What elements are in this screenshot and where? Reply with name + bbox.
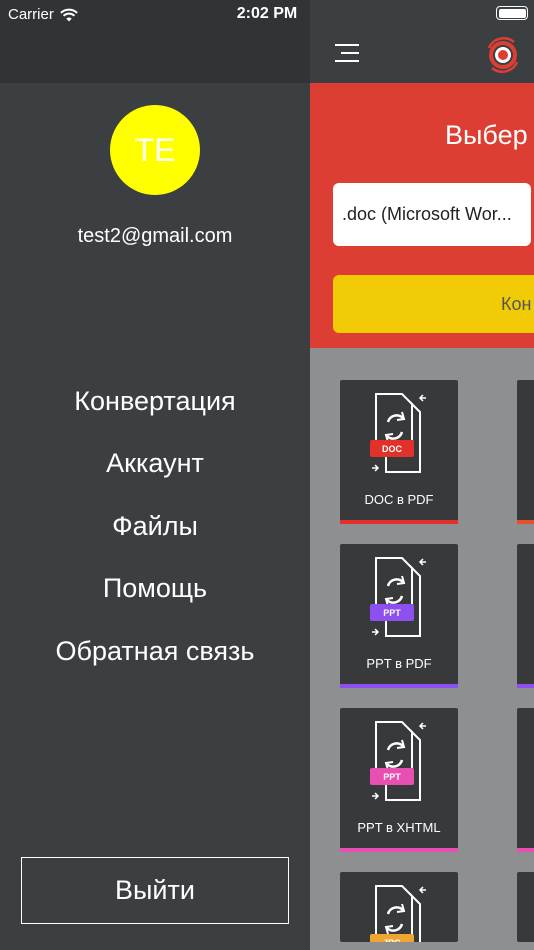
source-format-select[interactable]: .doc (Microsoft Wor... xyxy=(333,183,531,246)
tile-accent-bar xyxy=(340,520,458,524)
menu-item-feedback[interactable]: Обратная связь xyxy=(0,620,310,683)
drawer-menu: Конвертация Аккаунт Файлы Помощь Обратна… xyxy=(0,370,310,683)
menu-item-conversion[interactable]: Конвертация xyxy=(0,370,310,433)
tile-label: PPT в XHTML xyxy=(357,820,441,835)
tile-accent-bar xyxy=(340,848,458,852)
menu-item-account[interactable]: Аккаунт xyxy=(0,433,310,496)
tile-doc-to-pdf[interactable]: DOC DOC в PDF xyxy=(340,380,458,524)
convert-file-icon xyxy=(372,721,426,801)
menu-icon[interactable] xyxy=(335,44,363,64)
app-logo-icon xyxy=(487,37,519,73)
logout-button[interactable]: Выйти xyxy=(21,857,289,924)
tile-jpg[interactable]: JPG xyxy=(340,872,458,942)
menu-item-files[interactable]: Файлы xyxy=(0,495,310,558)
tile-format-badge: PPT xyxy=(370,604,414,621)
user-email: test2@gmail.com xyxy=(77,225,233,247)
main-screen: Выбер .doc (Microsoft Wor... Кон DOC DOC… xyxy=(310,0,534,950)
tile-format-badge: JPG xyxy=(370,934,414,942)
convert-button[interactable]: Кон xyxy=(333,275,534,333)
tile-label: PPT в PDF xyxy=(366,656,432,671)
tile-ppt-to-pdf[interactable]: PPT PPT в PDF xyxy=(340,544,458,688)
tile-label: DOC в PDF xyxy=(364,492,434,507)
tile-ppt-to-xhtml[interactable]: PPT PPT в XHTML xyxy=(340,708,458,852)
battery-icon xyxy=(496,6,528,20)
conversion-title: Выбер xyxy=(445,120,528,150)
tile-format-badge: DOC xyxy=(370,440,414,457)
convert-file-icon xyxy=(372,557,426,637)
tile-partial[interactable] xyxy=(517,380,534,524)
avatar[interactable]: TE xyxy=(110,105,200,195)
tile-format-badge: PPT xyxy=(370,768,414,785)
side-drawer: TE test2@gmail.com Конвертация Аккаунт Ф… xyxy=(0,0,310,950)
tile-partial[interactable] xyxy=(517,708,534,852)
tile-partial[interactable] xyxy=(517,544,534,688)
status-time: 2:02 PM xyxy=(236,5,298,22)
menu-item-help[interactable]: Помощь xyxy=(0,558,310,621)
tile-partial[interactable] xyxy=(517,872,534,942)
status-bar: Carrier 2:02 PM xyxy=(0,0,534,28)
avatar-initials: TE xyxy=(134,131,176,168)
tile-accent-bar xyxy=(340,684,458,688)
convert-file-icon xyxy=(372,393,426,473)
